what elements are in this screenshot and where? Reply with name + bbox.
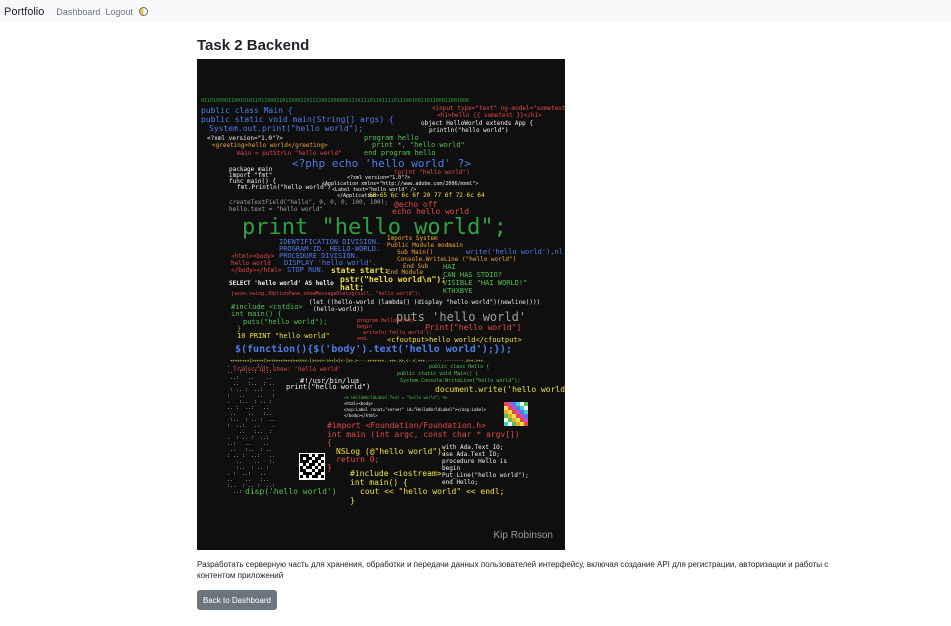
- code-line: STOP RUN.: [287, 266, 325, 274]
- code-line: (hello-world)): [313, 306, 364, 313]
- code-line: document.write('hello world');: [435, 385, 565, 394]
- code-line: <?php echo 'hello world' ?>: [292, 157, 471, 170]
- page-title: Task 2 Backend: [197, 37, 310, 54]
- code-line: fmt.Println("hello world"): [237, 184, 331, 191]
- code-line: hello.text = "hello world": [229, 206, 323, 213]
- code-line: 10 PRINT "hello world": [237, 332, 330, 340]
- code-line: public class Hello {: [429, 364, 490, 370]
- project-image: Kip Robinson 011010000110010101101100011…: [197, 59, 565, 550]
- code-line: CAN HAS STDIO?: [443, 271, 503, 279]
- nav-link-logout[interactable]: Logout: [105, 7, 133, 17]
- code-line: <html><body>: [344, 401, 373, 406]
- code-line: }: [327, 463, 332, 472]
- code-line: System.out.print("hello world");: [209, 124, 364, 133]
- back-to-dashboard-button[interactable]: Back to Dashboard: [197, 590, 277, 610]
- code-line: end program hello: [364, 149, 436, 157]
- code-line: SELECT 'hello world' AS hello: [229, 280, 334, 287]
- code-line: (print "hello world"): [394, 169, 470, 176]
- code-line: print "hello world";: [242, 215, 507, 240]
- code-line: print("hello world"): [286, 383, 371, 391]
- code-line: <asp:Label runat="server" id="HelloWorld…: [344, 407, 487, 412]
- code-line: 0110100001100101011011000110110001101111…: [201, 98, 469, 104]
- code-line: end.: [357, 336, 370, 342]
- code-line: public static void main(String[] args) {: [201, 115, 394, 124]
- code-line: write('hello world'),nl.: [466, 248, 565, 256]
- code-line: puts("hello world");: [243, 318, 328, 326]
- code-line: int main() {: [231, 310, 282, 318]
- code-line: int main (int argc, const char * argv[]): [327, 430, 520, 439]
- code-line: VISIBLE "HAI WORLD!": [443, 279, 528, 287]
- code-line: </body></html>: [231, 267, 282, 274]
- code-line: </body></html>: [344, 413, 378, 418]
- code-line: puts 'hello world': [396, 310, 527, 324]
- code-line: {: [327, 438, 332, 447]
- nav-link-dashboard[interactable]: Dashboard: [56, 7, 100, 17]
- qr-code-icon: [299, 453, 325, 480]
- code-line: return 0;: [336, 455, 380, 464]
- brand-link[interactable]: Portfolio: [4, 6, 44, 18]
- code-line: print *, "hello world": [372, 141, 465, 149]
- code-line: <greeting>hello world</greeting>: [212, 142, 328, 149]
- pixel-mosaic-icon: [504, 402, 528, 426]
- dot-art-icon: . .. :.. : .. : .. : ..: ..: .. .. .. :.…: [227, 363, 276, 495]
- code-line: public static void Main() {: [397, 371, 479, 377]
- code-line: 68 65 6c 6c 6f 20 77 6f 72 6c 64: [369, 192, 485, 199]
- code-line: $(function(){$('body').text('hello world…: [235, 344, 512, 355]
- code-line: KTHXBYE: [443, 287, 473, 295]
- code-line: println("hello world"): [429, 127, 509, 134]
- theme-toggle-icon[interactable]: [138, 7, 148, 16]
- code-line: int main() {: [350, 478, 408, 487]
- code-line: javax.swing.JOptionPane.showMessageDialo…: [231, 291, 421, 297]
- code-line: cout << "hello world" << endl;: [360, 487, 505, 496]
- poster-signature: Kip Robinson: [493, 530, 553, 541]
- code-line: System.Console.WriteLine("hello world");: [400, 378, 521, 384]
- code-line: public class Main {: [201, 106, 293, 115]
- code-line: <% HelloWorldLabel.Text = "hello world";…: [344, 395, 448, 400]
- code-line: #import <Foundation/Foundation.h>: [327, 421, 486, 430]
- code-line: <cfoutput>hello world</cfoutput>: [387, 336, 522, 344]
- code-line: #include <iostream>: [350, 469, 442, 478]
- code-line: }: [350, 496, 355, 505]
- code-line: state start:: [331, 266, 389, 275]
- code-line: Print["hello world"]: [425, 323, 522, 332]
- code-line: end Hello;: [442, 479, 479, 486]
- top-navbar: Portfolio Dashboard Logout: [0, 0, 951, 23]
- project-description: Разработать серверную часть для хранения…: [197, 560, 829, 580]
- code-line: HAI: [443, 263, 456, 271]
- code-line: <h1>hello {{ sometext }}</h1>: [437, 112, 542, 119]
